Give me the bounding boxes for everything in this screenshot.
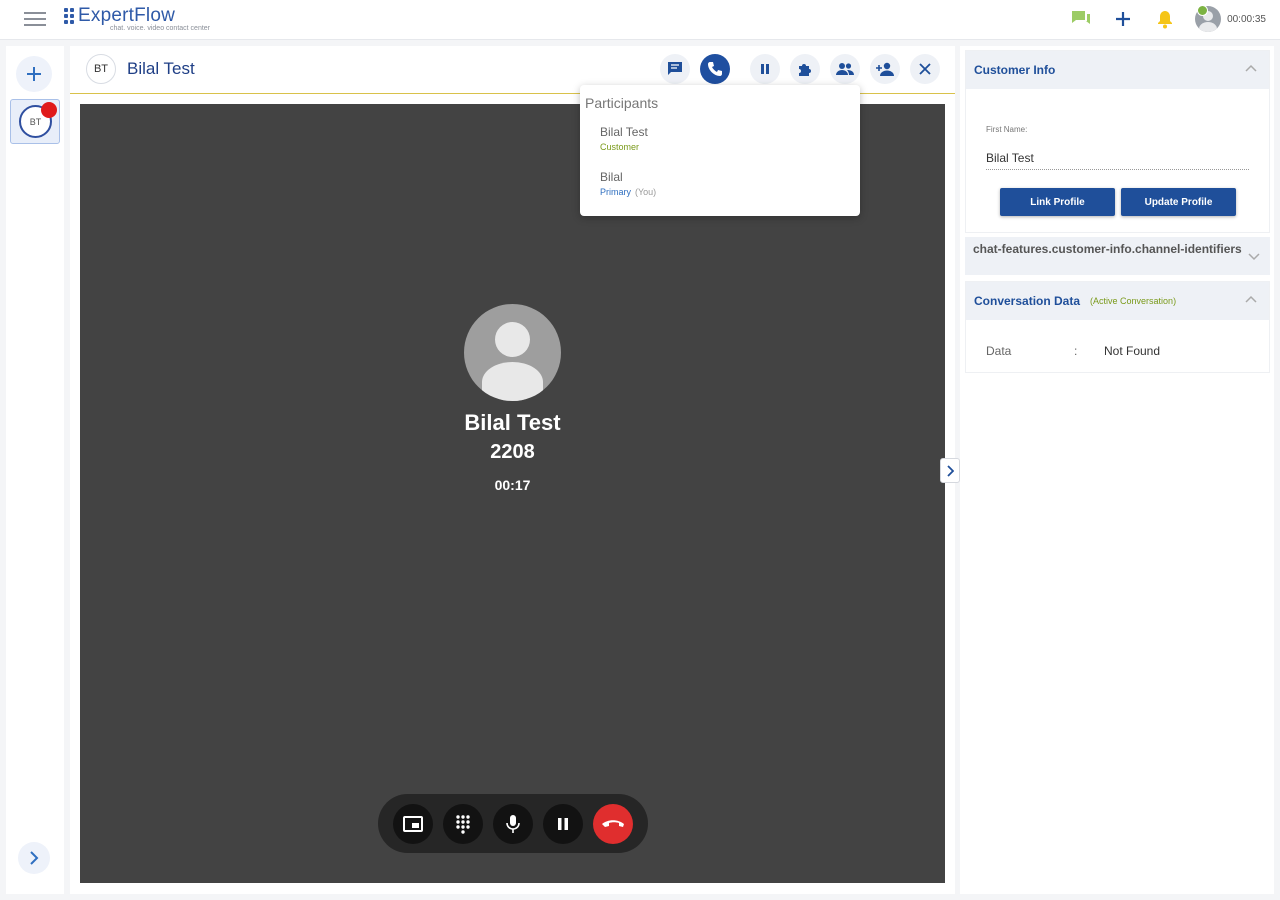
participant-item[interactable]: Bilal Primary (You) [600,170,656,197]
logo-text: ExpertFlow [78,5,176,26]
pip-icon [403,815,423,832]
chevron-right-icon [30,851,39,865]
add-icon[interactable] [1111,7,1135,31]
pause-icon [761,64,769,74]
hold-button[interactable] [750,54,780,84]
menu-icon[interactable] [24,12,46,28]
dialpad-button[interactable] [443,803,483,844]
chat-button[interactable] [660,54,690,84]
first-name-label: First Name: [986,125,1028,134]
logo-dots-icon [64,8,74,24]
pause-icon [558,817,568,830]
participants-button[interactable] [830,54,860,84]
caller-number: 2208 [490,441,535,463]
chevron-up-icon [1245,64,1257,72]
puzzle-icon [799,64,811,76]
participant-role: Primary [600,187,631,197]
person-add-icon [876,62,894,76]
channel-identifiers-title: chat-features.customer-info.channel-iden… [973,242,1242,256]
chat-icon[interactable] [1069,7,1093,31]
conversation-data-header[interactable]: Conversation Data (Active Conversation) [966,282,1269,320]
picture-in-picture-button[interactable] [393,803,433,844]
customer-info-section: Customer Info First Name: Bilal Test Lin… [965,50,1270,233]
bell-icon[interactable] [1153,7,1177,31]
hold-call-button[interactable] [543,803,583,844]
mute-button[interactable] [493,803,533,844]
conversation-item[interactable]: BT [10,99,60,144]
customer-panel: Customer Info First Name: Bilal Test Lin… [960,46,1274,894]
data-key: Data [986,344,1012,358]
caller-avatar [464,304,561,401]
active-conversation-badge: (Active Conversation) [1090,296,1177,306]
phone-icon [708,62,722,76]
participants-popup: Participants Bilal Test Customer Bilal P… [580,85,860,216]
app-logo: ExpertFlow chat. voice. video contact ce… [64,5,210,32]
bot-button[interactable] [790,54,820,84]
online-status-indicator [1197,5,1208,16]
conversation-data-title: Conversation Data [974,294,1081,308]
close-icon [919,63,931,75]
first-name-field[interactable]: Bilal Test [986,151,1249,170]
add-participant-button[interactable] [870,54,900,84]
close-conversation-button[interactable] [910,54,940,84]
unread-badge [41,102,57,118]
participant-name: Bilal Test [600,125,648,139]
conversation-sidebar: BT [6,46,64,894]
message-icon [668,62,682,75]
conversation-data-section: Conversation Data (Active Conversation) [965,281,1270,373]
customer-info-header[interactable]: Customer Info [966,51,1269,89]
hangup-icon [602,819,624,827]
participant-item[interactable]: Bilal Test Customer [600,125,648,152]
data-value: Not Found [1104,344,1161,358]
channel-identifiers-header[interactable]: chat-features.customer-info.channel-iden… [965,237,1270,275]
participants-title: Participants [585,95,659,111]
participant-you-label: (You) [635,187,657,197]
chevron-up-icon [1245,295,1257,303]
participant-name: Bilal [600,170,623,184]
logo-tagline: chat. voice. video contact center [110,25,210,32]
customer-info-title: Customer Info [974,63,1056,77]
plus-icon [27,67,41,81]
call-button[interactable] [700,54,730,84]
group-icon [836,63,854,75]
data-separator: : [1074,344,1078,358]
call-controls [378,794,648,853]
expand-sidebar-button[interactable] [18,842,50,874]
dialpad-icon [456,814,470,834]
participant-role-line: Primary (You) [600,187,656,197]
collapse-panel-toggle[interactable] [940,458,960,483]
microphone-icon [506,814,520,833]
session-timer: 00:00:35 [1227,13,1266,25]
update-profile-button[interactable]: Update Profile [1121,188,1236,216]
new-conversation-button[interactable] [16,56,52,92]
customer-name: Bilal Test [127,59,195,78]
call-view: Bilal Test 2208 00:17 [80,104,945,883]
call-duration: 00:17 [494,477,531,493]
top-bar: ExpertFlow chat. voice. video contact ce… [0,0,1280,40]
end-call-button[interactable] [593,803,633,844]
participant-role: Customer [600,142,640,152]
chevron-down-icon [1248,253,1260,261]
customer-avatar: BT [86,54,116,84]
caller-name: Bilal Test [464,410,561,435]
chevron-right-icon [947,464,954,477]
link-profile-button[interactable]: Link Profile [1000,188,1115,216]
